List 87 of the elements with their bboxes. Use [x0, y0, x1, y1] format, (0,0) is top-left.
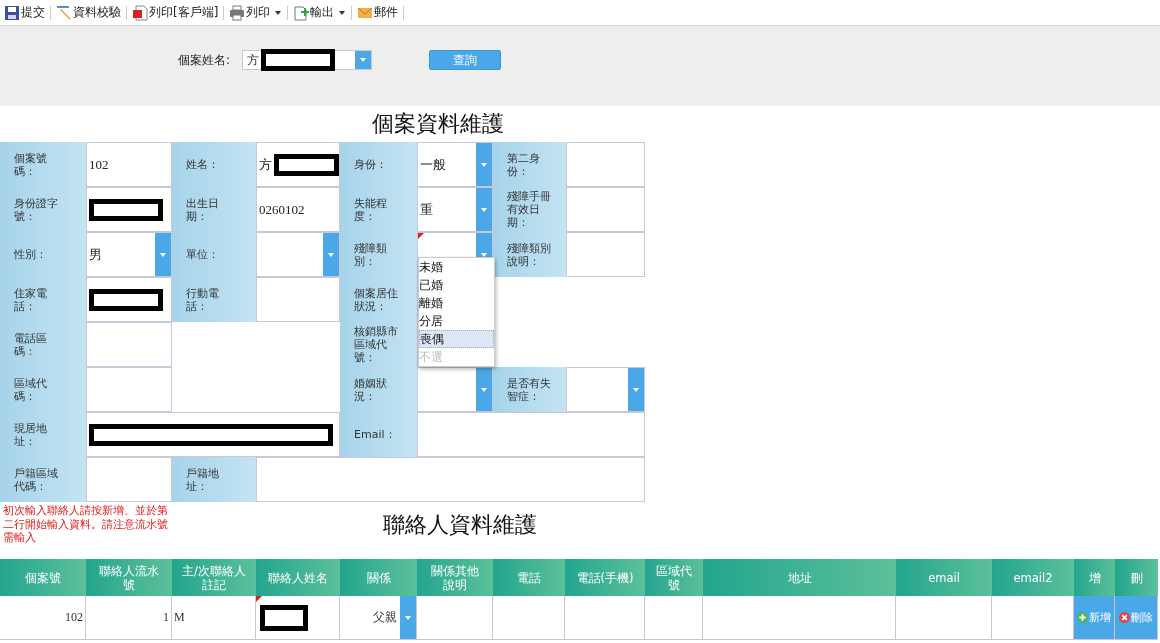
- column-header: 聯絡人姓名: [256, 559, 340, 596]
- table-cell-text: 102: [64, 610, 84, 625]
- field-label: 個案居住狀況：: [340, 277, 417, 322]
- dropdown-option[interactable]: 分居: [419, 312, 494, 330]
- plus-icon: [1077, 612, 1088, 623]
- select-field[interactable]: [566, 367, 645, 412]
- input-field[interactable]: [566, 187, 645, 232]
- field-label: 第二身份：: [493, 142, 566, 187]
- toolbar-button[interactable]: 列印[客戶端]: [131, 5, 225, 20]
- field-label: 電話區碼：: [0, 322, 86, 367]
- field-label: 身份：: [340, 142, 417, 187]
- select-field[interactable]: [417, 367, 493, 412]
- select-field[interactable]: 男: [86, 232, 172, 277]
- input-field[interactable]: [86, 322, 172, 367]
- field-label: 出生日期：: [172, 187, 256, 232]
- delete-icon: [1119, 612, 1130, 623]
- select-field[interactable]: [256, 232, 340, 277]
- column-header: 聯絡人流水號: [86, 559, 172, 596]
- field-label: 區域代碼：: [0, 367, 86, 412]
- field-label: 個案姓名:: [178, 51, 231, 69]
- field-label: 失能程度：: [340, 187, 417, 232]
- dropdown-option[interactable]: 離婚: [419, 294, 494, 312]
- field-label: 核銷縣市區域代號：: [340, 322, 417, 367]
- input-field[interactable]: [256, 277, 340, 322]
- field-label: 住家電話：: [0, 277, 86, 322]
- field-label: 殘障類別：: [340, 232, 417, 277]
- pencil-icon: [56, 4, 72, 21]
- column-header: 主/次聯絡人註記: [172, 559, 256, 596]
- field-label: 現居地址：: [0, 412, 86, 457]
- field-label: Email：: [340, 412, 417, 457]
- column-header: email2: [992, 559, 1074, 596]
- dropdown-option[interactable]: 喪偶: [419, 330, 494, 348]
- toolbar-button[interactable]: 提交: [3, 5, 51, 20]
- input-field[interactable]: [417, 412, 645, 457]
- input-field[interactable]: [566, 232, 645, 277]
- document-icon: [132, 4, 148, 21]
- field-label: 性別：: [0, 232, 86, 277]
- column-header: 區域代號: [645, 559, 703, 596]
- field-label: 戶籍地址：: [172, 457, 256, 502]
- field-label: 戶籍區域代碼：: [0, 457, 86, 502]
- toolbar-button[interactable]: 列印: [228, 5, 289, 20]
- name-combobox[interactable]: 方: [242, 50, 373, 70]
- field-label: 身份證字號：: [0, 187, 86, 232]
- column-header: 個案號: [0, 559, 86, 596]
- field-label: 殘障類別說明：: [493, 232, 566, 277]
- toolbar-button[interactable]: 輸出: [292, 5, 353, 20]
- select-field[interactable]: 父親: [340, 596, 416, 639]
- input-field[interactable]: [86, 457, 172, 502]
- column-header: email: [896, 559, 992, 596]
- column-header: 電話(手機): [565, 559, 645, 596]
- input-field[interactable]: [566, 142, 645, 187]
- dropdown-option[interactable]: 未婚: [419, 258, 494, 276]
- field-label: 行動電話：: [172, 277, 256, 322]
- form-title: 個案資料維護: [371, 110, 505, 138]
- column-header: 地址: [703, 559, 896, 596]
- input-field[interactable]: [86, 412, 340, 457]
- table-cell-text: M: [173, 610, 186, 625]
- input-field[interactable]: 102: [86, 142, 172, 187]
- save-icon: [4, 4, 20, 21]
- section-title: 聯絡人資料維護: [382, 511, 537, 539]
- field-label: 婚姻狀況：: [340, 367, 417, 412]
- select-field[interactable]: 一般: [417, 142, 493, 187]
- input-field[interactable]: 方: [256, 142, 340, 187]
- input-field[interactable]: [86, 367, 172, 412]
- select-field[interactable]: 重: [417, 187, 493, 232]
- column-header: 增: [1074, 559, 1115, 596]
- export-icon: [293, 4, 310, 21]
- redaction-mark: [260, 604, 308, 631]
- dropdown-option[interactable]: 已婚: [419, 276, 494, 294]
- instruction-text: 初次輸入聯絡人請按新增、並於第二行開始輸入資料。請注意流水號需輸入: [2, 503, 169, 546]
- field-label: 姓名：: [172, 142, 256, 187]
- input-field[interactable]: [86, 277, 172, 322]
- column-header: 關係其他說明: [417, 559, 493, 596]
- column-header: 關係: [340, 559, 417, 596]
- column-header: 電話: [493, 559, 565, 596]
- field-label: 殘障手冊有效日期：: [493, 187, 566, 232]
- toolbar-button[interactable]: 資料校驗: [55, 5, 127, 20]
- table-cell-text: 1: [162, 610, 170, 625]
- field-label: 單位：: [172, 232, 256, 277]
- printer-icon: [229, 4, 246, 21]
- input-field[interactable]: 0260102: [256, 187, 340, 232]
- column-header: 刪: [1115, 559, 1158, 596]
- field-label: 是否有失智症：: [493, 367, 566, 412]
- field-label: 個案號碼：: [0, 142, 86, 187]
- toolbar-button[interactable]: 郵件: [356, 5, 405, 20]
- input-field[interactable]: [256, 457, 645, 502]
- input-field[interactable]: [86, 187, 172, 232]
